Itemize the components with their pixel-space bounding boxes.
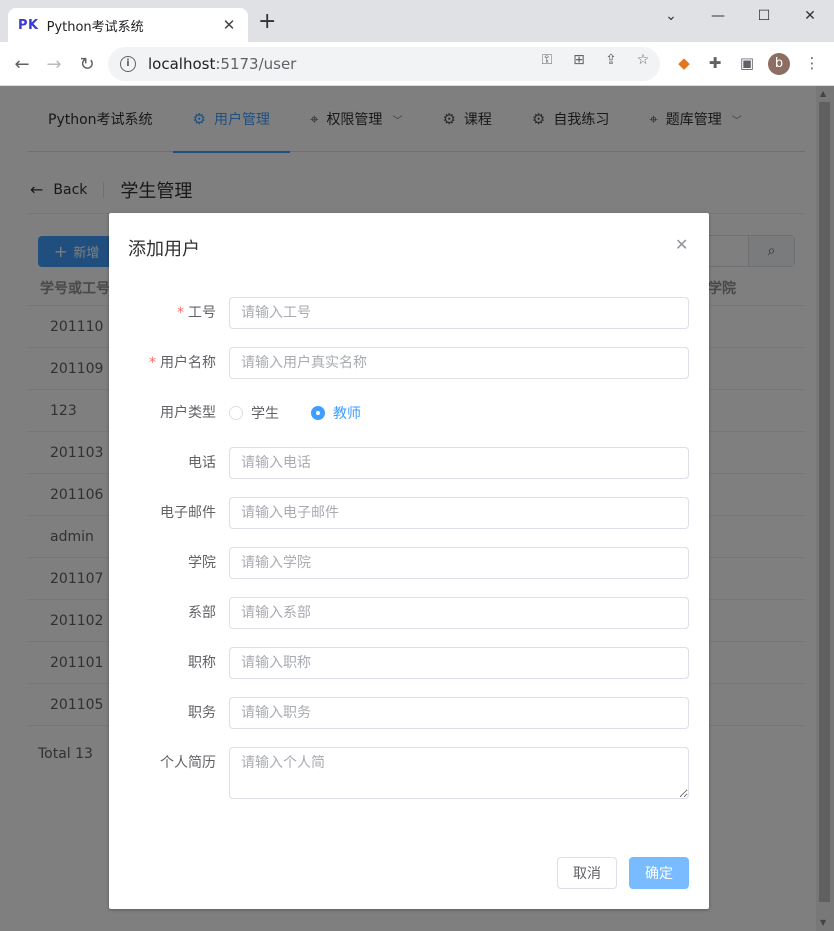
phone-label: 电话 [188,455,216,471]
user-type-label: 用户类型 [160,405,216,421]
add-user-dialog: 添加用户 ✕ *工号 *用户名称 用户类型 学生 教师 电话 电子邮件 学院 系… [109,213,709,909]
window-close-icon[interactable]: ✕ [787,0,833,32]
position-input[interactable] [229,697,689,729]
back-arrow-icon[interactable]: ← [10,52,34,76]
college-label: 学院 [188,555,216,571]
forward-arrow-icon[interactable]: → [42,52,66,76]
extensions-puzzle-icon[interactable]: ✚ [705,53,725,73]
tab-close-icon[interactable]: ✕ [220,16,238,34]
reload-icon[interactable]: ↻ [75,52,99,76]
side-panel-icon[interactable]: ▣ [737,53,757,73]
new-tab-button[interactable]: + [258,11,276,33]
name-input[interactable] [229,347,689,379]
radio-dot [311,406,325,420]
title-label: 职称 [188,655,216,671]
tab-search-icon[interactable]: ⌄ [648,0,694,32]
form-row-college: 学院 [109,547,709,579]
job-no-input[interactable] [229,297,689,329]
position-label: 职务 [188,705,216,721]
tab-title: Python考试系统 [46,19,144,35]
cancel-button[interactable]: 取消 [557,857,617,889]
email-label: 电子邮件 [160,505,216,521]
title-input[interactable] [229,647,689,679]
close-icon[interactable]: ✕ [675,235,688,254]
maximize-icon[interactable]: ☐ [741,0,787,32]
browser-tab-bar: PK Python考试系统 ✕ + ⌄ — ☐ ✕ [0,0,834,42]
form-row-user-type: 用户类型 学生 教师 [109,397,709,429]
bookmark-star-icon[interactable]: ☆ [634,51,652,69]
job-no-label: * 工号 [177,305,216,321]
url-host: localhost [148,55,216,73]
url-path: :5173/user [215,55,297,73]
dialog-title: 添加用户 [128,239,200,260]
radio-student-label: 学生 [251,406,279,422]
browser-tab[interactable]: PK Python考试系统 ✕ [8,8,248,42]
form-row-title: 职称 [109,647,709,679]
browser-menu-icon[interactable]: ⋮ [802,53,822,73]
tab-favicon: PK [18,17,39,33]
radio-student[interactable]: 学生 [229,397,279,429]
form-row-email: 电子邮件 [109,497,709,529]
form-row-phone: 电话 [109,447,709,479]
form-row-position: 职务 [109,697,709,729]
name-label: * 用户名称 [149,355,216,371]
metamask-icon[interactable]: ◆ [674,53,694,73]
phone-input[interactable] [229,447,689,479]
form-row-name: * 用户名称 [109,347,709,379]
site-info-icon[interactable]: i [120,56,136,72]
form-row-department: 系部 [109,597,709,629]
email-input[interactable] [229,497,689,529]
minimize-icon[interactable]: — [695,0,741,32]
college-input[interactable] [229,547,689,579]
profile-avatar[interactable]: b [768,53,790,75]
form-row-bio: 个人简历 [109,747,709,799]
confirm-button[interactable]: 确定 [629,857,689,889]
department-input[interactable] [229,597,689,629]
bio-textarea[interactable] [229,747,689,799]
radio-teacher[interactable]: 教师 [311,397,361,429]
share-icon[interactable]: ⇪ [602,51,620,69]
translate-icon[interactable]: ⊞ [570,51,588,69]
radio-dot [229,406,243,420]
bio-label: 个人简历 [160,755,216,771]
department-label: 系部 [188,605,216,621]
form-row-job-no: * 工号 [109,297,709,329]
radio-teacher-label: 教师 [333,406,361,422]
key-icon[interactable]: ⚿ [538,51,556,69]
